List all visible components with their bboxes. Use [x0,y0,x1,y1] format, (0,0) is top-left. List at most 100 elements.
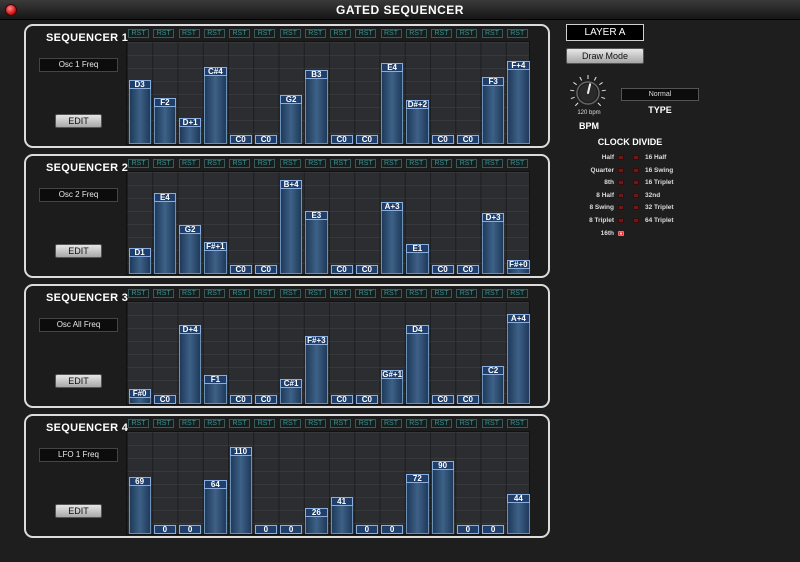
step-reset-button[interactable]: RST [178,289,200,298]
step-reset-button[interactable]: RST [355,289,377,298]
clock-option-led[interactable] [618,192,624,198]
step-grid[interactable]: D1 E4 G2 F#+1 C0 C0 B+4 E3 C0 C0 A+3 E1 C0 C0 D+3 F#+0 [126,171,530,275]
clock-option-led[interactable] [633,180,639,186]
clock-option-led[interactable] [618,167,624,173]
step-reset-button[interactable]: RST [203,289,225,298]
step-reset-button[interactable]: RST [128,289,149,298]
bpm-knob[interactable] [568,73,608,113]
step-reset-button[interactable]: RST [481,159,503,168]
step-reset-button[interactable]: RST [279,289,301,298]
step-bar[interactable] [204,383,227,404]
layer-selector[interactable]: LAYER A [566,24,644,41]
edit-button[interactable]: EDIT [55,374,102,388]
step-reset-button[interactable]: RST [355,159,377,168]
step-reset-button[interactable]: RST [506,289,528,298]
step-bar[interactable] [507,322,530,404]
step-bar[interactable] [179,333,202,404]
step-bar[interactable] [431,469,454,534]
step-bar[interactable] [204,75,227,144]
clock-option-led[interactable] [633,155,639,160]
step-reset-button[interactable]: RST [153,289,175,298]
step-reset-button[interactable]: RST [431,419,452,428]
destination-selector[interactable]: Osc All Freq [39,318,118,332]
step-reset-button[interactable]: RST [229,159,250,168]
step-reset-button[interactable]: RST [279,159,301,168]
step-reset-button[interactable]: RST [380,419,402,428]
step-reset-button[interactable]: RST [506,29,528,38]
step-bar[interactable] [229,455,252,534]
step-reset-button[interactable]: RST [279,29,301,38]
step-reset-button[interactable]: RST [203,419,225,428]
step-reset-button[interactable]: RST [380,159,402,168]
step-reset-button[interactable]: RST [405,159,427,168]
step-reset-button[interactable]: RST [431,159,452,168]
step-bar[interactable] [204,488,227,534]
clock-option-led[interactable] [633,192,639,198]
step-bar[interactable] [128,88,151,144]
destination-selector[interactable]: Osc 2 Freq [39,188,118,202]
step-reset-button[interactable]: RST [229,29,250,38]
step-reset-button[interactable]: RST [506,419,528,428]
step-bar[interactable] [482,374,505,404]
step-reset-button[interactable]: RST [254,289,276,298]
clock-option-led[interactable] [618,218,624,223]
step-bar[interactable] [128,256,151,274]
step-bar[interactable] [381,378,404,404]
step-reset-button[interactable]: RST [178,159,200,168]
step-reset-button[interactable]: RST [279,419,301,428]
step-reset-button[interactable]: RST [304,289,326,298]
step-reset-button[interactable]: RST [178,419,200,428]
step-reset-button[interactable]: RST [405,29,427,38]
step-bar[interactable] [482,221,505,274]
step-reset-button[interactable]: RST [330,289,351,298]
step-reset-button[interactable]: RST [304,159,326,168]
step-reset-button[interactable]: RST [153,419,175,428]
step-grid[interactable]: F#0 C0 D+4 F1 C0 C0 C#1 F#+3 C0 C0 G#+1 D4 C0 C0 C2 A+4 [126,301,530,405]
step-reset-button[interactable]: RST [456,419,478,428]
step-reset-button[interactable]: RST [330,419,351,428]
step-reset-button[interactable]: RST [304,419,326,428]
step-reset-button[interactable]: RST [229,289,250,298]
step-bar[interactable] [128,397,151,404]
step-bar[interactable] [381,210,404,274]
step-grid[interactable]: 69 0 0 64 110 0 0 26 41 0 0 72 90 0 0 44 [126,431,530,535]
step-bar[interactable] [280,387,303,404]
destination-selector[interactable]: LFO 1 Freq [39,448,118,462]
step-bar[interactable] [482,85,505,144]
step-reset-button[interactable]: RST [506,159,528,168]
step-bar[interactable] [305,219,328,274]
step-reset-button[interactable]: RST [229,419,250,428]
step-reset-button[interactable]: RST [405,419,427,428]
step-reset-button[interactable]: RST [330,159,351,168]
step-bar[interactable] [305,78,328,144]
step-bar[interactable] [305,344,328,404]
step-reset-button[interactable]: RST [431,29,452,38]
clock-option-led[interactable] [633,218,639,223]
destination-selector[interactable]: Osc 1 Freq [39,58,118,72]
step-bar[interactable] [280,188,303,274]
clock-option-led[interactable] [633,167,639,173]
step-reset-button[interactable]: RST [254,29,276,38]
clock-option-led[interactable] [618,205,624,211]
draw-mode-button[interactable]: Draw Mode [566,48,644,64]
step-bar[interactable] [406,252,429,274]
clock-option-led[interactable] [618,180,624,186]
clock-option-led[interactable] [618,230,624,236]
step-bar[interactable] [305,516,328,534]
step-grid[interactable]: D3 F2 D+1 C#4 C0 C0 G2 B3 C0 C0 E4 D#+2 C0 C0 F3 F+4 [126,41,530,145]
step-reset-button[interactable]: RST [128,29,149,38]
step-reset-button[interactable]: RST [380,29,402,38]
step-reset-button[interactable]: RST [254,159,276,168]
step-reset-button[interactable]: RST [456,159,478,168]
step-bar[interactable] [406,482,429,534]
step-bar[interactable] [179,233,202,274]
edit-button[interactable]: EDIT [55,244,102,258]
step-bar[interactable] [507,69,530,144]
step-reset-button[interactable]: RST [153,159,175,168]
step-reset-button[interactable]: RST [380,289,402,298]
clock-option-led[interactable] [633,205,639,211]
step-reset-button[interactable]: RST [481,289,503,298]
step-bar[interactable] [381,71,404,144]
step-bar[interactable] [507,502,530,534]
step-reset-button[interactable]: RST [481,419,503,428]
